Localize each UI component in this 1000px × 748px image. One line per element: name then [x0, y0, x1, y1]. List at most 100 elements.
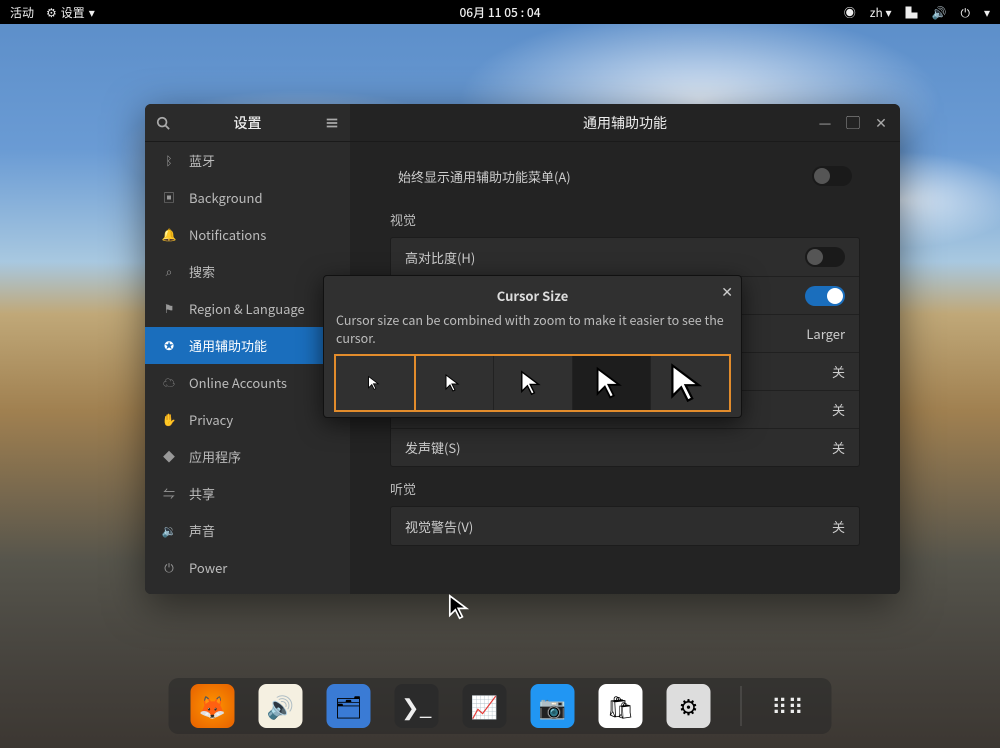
popover-close-button[interactable]: ✕ [721, 282, 733, 302]
share-icon: ⇋ [161, 485, 177, 502]
sidebar-item-online[interactable]: ☁ Online Accounts [145, 364, 350, 401]
window-controls: — ▢ ✕ [812, 104, 894, 142]
row-value: 关 [832, 438, 845, 457]
sidebar-item-bluetooth[interactable]: ᛒ蓝牙 [145, 142, 350, 179]
cursor-size-option[interactable] [573, 356, 652, 410]
volume-icon[interactable]: 🔊 [932, 4, 947, 21]
hamburger-icon [325, 116, 339, 130]
flag-icon: ⚑ [161, 300, 177, 317]
sidebar-item-label: 搜索 [189, 262, 215, 281]
maximize-button[interactable]: ▢ [840, 111, 866, 135]
power-icon: ⏻ [161, 559, 177, 576]
row-value: 关 [832, 362, 845, 381]
sidebar-item-apps[interactable]: ◆ 应用程序 [145, 438, 350, 475]
always-show-label: 始终显示通用辅助功能菜单(A) [398, 167, 571, 186]
dock-terminal[interactable]: ❯_ [395, 684, 439, 728]
privacy-icon: ✋ [161, 411, 177, 428]
row-label: 发声键(S) [405, 438, 461, 457]
toggle[interactable] [805, 286, 845, 306]
topbar-settings-menu[interactable]: ⚙ 设置 ▾ [46, 4, 95, 21]
cursor-size-option[interactable] [336, 356, 416, 410]
dock-files[interactable]: 🗂 [327, 684, 371, 728]
cursor-size-option[interactable] [651, 356, 729, 410]
sidebar-item-share[interactable]: ⇋ 共享 [145, 475, 350, 512]
search-icon [156, 116, 170, 130]
dock-separator [741, 686, 742, 726]
sound-icon: 🔉 [161, 522, 177, 539]
cursor-size-option[interactable] [416, 356, 495, 410]
settings-row[interactable]: 视觉警告(V) 关 [391, 507, 859, 545]
sidebar-item-label: 共享 [189, 484, 215, 503]
sidebar-item-label: Privacy [189, 410, 233, 429]
power-icon[interactable]: ⏻ [960, 4, 970, 21]
row-value: Larger [806, 324, 845, 343]
row-label: 视觉警告(V) [405, 517, 473, 536]
bg-icon: ▣ [161, 189, 177, 206]
online-icon: ☁ [161, 374, 177, 391]
accessibility-icon: ✪ [161, 337, 177, 354]
sidebar-item-bg[interactable]: ▣ Background [145, 179, 350, 216]
dock-firefox[interactable]: 🦊 [191, 684, 235, 728]
chevron-down-icon: ▾ [89, 4, 95, 21]
hearing-group: 视觉警告(V) 关 [390, 506, 860, 546]
bell-icon: 🔔 [161, 226, 177, 243]
sidebar-item-label: 声音 [189, 521, 215, 540]
hamburger-button[interactable] [314, 104, 350, 142]
cursor-size-popover: Cursor Size ✕ Cursor size can be combine… [323, 275, 742, 418]
system-cursor [447, 593, 475, 621]
chevron-down-icon: ▾ [984, 4, 990, 21]
sidebar-item-bell[interactable]: 🔔 Notifications [145, 216, 350, 253]
popover-title: Cursor Size [334, 284, 731, 311]
cursor-arrow-icon [594, 365, 630, 401]
clock[interactable]: 06月 11 05 : 04 [459, 4, 540, 21]
main-header: 通用辅助功能 — ▢ ✕ [350, 104, 900, 142]
settings-row[interactable]: 发声键(S) 关 [391, 428, 859, 466]
gear-icon: ⚙ [46, 4, 57, 21]
dock-monitor[interactable]: 📈 [463, 684, 507, 728]
close-button[interactable]: ✕ [868, 111, 894, 135]
sidebar-item-label: 通用辅助功能 [189, 336, 267, 355]
dock-settings[interactable]: ⚙ [667, 684, 711, 728]
sidebar-item-sound[interactable]: 🔉 声音 [145, 512, 350, 549]
network-icon[interactable]: ▙ [906, 4, 918, 21]
dock: 🦊 🔊 🗂 ❯_ 📈 📷 🛍 ⚙ ⠿⠿ [169, 678, 832, 734]
cursor-arrow-icon [444, 373, 464, 393]
hearing-section-title: 听觉 [390, 479, 860, 498]
cursor-size-options [334, 354, 731, 412]
dock-apps-grid[interactable]: ⠿⠿ [766, 684, 810, 728]
settings-row[interactable]: 高对比度(H) [391, 238, 859, 276]
apps-icon: ◆ [161, 448, 177, 465]
dock-screenshot[interactable]: 📷 [531, 684, 575, 728]
sidebar-item-privacy[interactable]: ✋ Privacy [145, 401, 350, 438]
sidebar-item-label: 应用程序 [189, 447, 241, 466]
cursor-arrow-icon [519, 369, 547, 397]
sidebar-item-flag[interactable]: ⚑Region & Language [145, 290, 350, 327]
sidebar-item-search[interactable]: ⌕ 搜索 [145, 253, 350, 290]
sidebar-list: ᛒ蓝牙 ▣ Background 🔔 Notifications ⌕ 搜索 ⚑Region &… [145, 142, 350, 594]
sidebar-header: 设置 [145, 104, 350, 142]
settings-sidebar: 设置 ᛒ蓝牙 ▣ Background 🔔 Notifications ⌕ 搜索 ⚑Regio… [145, 104, 350, 594]
popover-description: Cursor size can be combined with zoom to… [334, 311, 731, 354]
cursor-arrow-icon [668, 361, 712, 405]
always-show-toggle[interactable] [812, 166, 852, 186]
input-method-indicator[interactable]: zh ▾ [870, 4, 892, 21]
toggle[interactable] [805, 247, 845, 267]
bluetooth-icon: ᛒ [161, 152, 177, 169]
dock-music[interactable]: 🔊 [259, 684, 303, 728]
search-button[interactable] [145, 104, 181, 142]
sidebar-item-accessibility[interactable]: ✪ 通用辅助功能 [145, 327, 350, 364]
row-value: 关 [832, 517, 845, 536]
activities-button[interactable]: 活动 [10, 4, 34, 21]
sidebar-item-label: Online Accounts [189, 373, 287, 392]
row-label: 高对比度(H) [405, 248, 475, 267]
sidebar-item-label: Background [189, 188, 263, 207]
top-bar: 活动 ⚙ 设置 ▾ 06月 11 05 : 04 ◉ zh ▾ ▙ 🔊 ⏻ ▾ [0, 0, 1000, 24]
cursor-size-option[interactable] [494, 356, 573, 410]
dock-software[interactable]: 🛍 [599, 684, 643, 728]
sidebar-item-label: Notifications [189, 225, 266, 244]
sidebar-item-power[interactable]: ⏻Power [145, 549, 350, 586]
always-show-menu-row[interactable]: 始终显示通用辅助功能菜单(A) [390, 162, 860, 198]
minimize-button[interactable]: — [812, 111, 838, 135]
accessibility-icon[interactable]: ◉ [844, 4, 856, 21]
search-icon: ⌕ [161, 263, 177, 280]
